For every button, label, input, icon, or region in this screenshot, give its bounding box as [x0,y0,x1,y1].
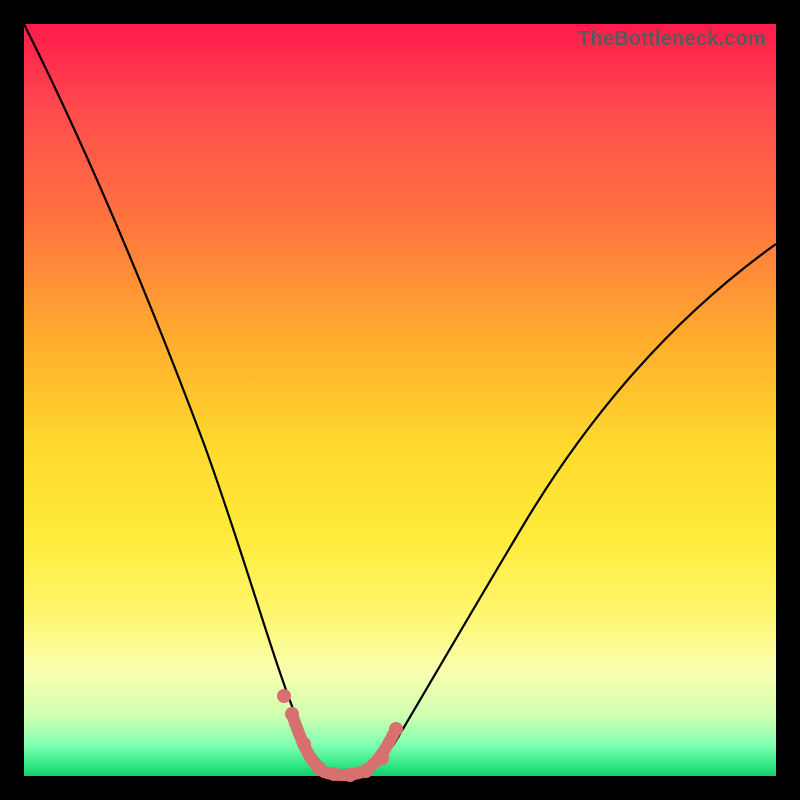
bottleneck-curve [24,24,776,774]
marker-dot [312,761,326,775]
marker-dot [297,737,311,751]
marker-dot [327,767,341,781]
marker-dot [359,764,373,778]
chart-svg [24,24,776,776]
marker-dot [343,768,357,782]
marker-dot [375,751,389,765]
marker-dot [285,707,299,721]
plot-area: TheBottleneck.com [24,24,776,776]
curve-group [24,24,776,774]
marker-group [277,689,403,782]
marker-dot [389,722,403,736]
marker-dot [277,689,291,703]
